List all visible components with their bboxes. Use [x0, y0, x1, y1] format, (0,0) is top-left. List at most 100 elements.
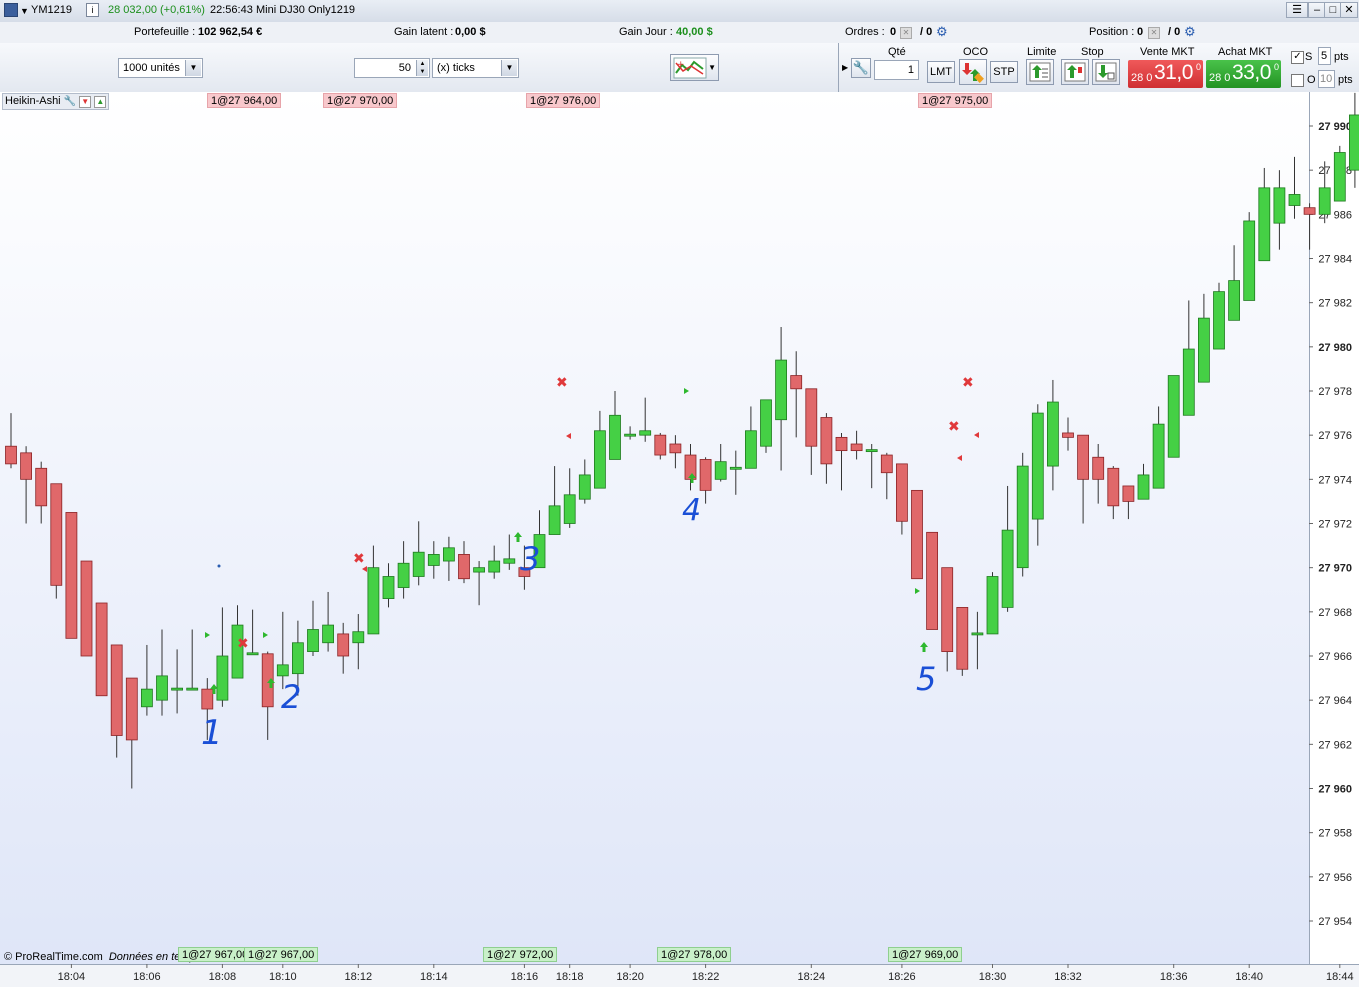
sell-order-flag[interactable]: 1@27 970,00 — [323, 93, 398, 108]
price-tick-label: 27 990 — [1318, 121, 1352, 133]
buy-order-flag[interactable]: 1@27 978,00 — [657, 947, 732, 962]
stop-buy-button[interactable] — [1061, 59, 1089, 85]
buy-mkt-label: Achat MKT — [1218, 46, 1273, 58]
oco-order-button[interactable] — [959, 59, 987, 85]
candle-body — [427, 554, 440, 566]
candle-body — [367, 567, 380, 635]
settings-wrench-button[interactable]: 🔧 — [851, 58, 871, 78]
time-tick-label: 18:24 — [798, 971, 826, 983]
latent-value: 0,00 $ — [455, 26, 486, 38]
time-tick-label: 18:36 — [1160, 971, 1188, 983]
time-tick-label: 18:14 — [420, 971, 448, 983]
o-points-input[interactable]: 10 — [1318, 70, 1335, 88]
stop-buy-icon — [1064, 62, 1086, 82]
candle-body — [729, 466, 742, 470]
buy-order-flag[interactable]: 1@27 967,00 — [178, 947, 253, 962]
limit-order-button[interactable] — [1026, 59, 1054, 85]
candle-body — [1318, 187, 1331, 215]
orders-cancel-icon[interactable]: ✕ — [900, 27, 912, 39]
chart-strategy-icon: + — [673, 57, 707, 79]
sell-order-flag[interactable]: 1@27 976,00 — [526, 93, 601, 108]
ticks-unit-select[interactable]: (x) ticks ▼ — [432, 58, 519, 78]
candle-body — [1001, 529, 1014, 608]
time-tick-label: 18:18 — [556, 971, 584, 983]
orders-gear-icon[interactable]: ⚙ — [936, 24, 948, 40]
sell-order-flag[interactable]: 1@27 964,00 — [207, 93, 282, 108]
chevron-down-icon[interactable]: ▼ — [708, 63, 716, 72]
candle-body — [80, 560, 93, 657]
candle — [760, 399, 772, 453]
units-select[interactable]: 1000 unités ▼ — [118, 58, 203, 78]
price-chart[interactable]: 27 99027 98827 98627 98427 98227 98027 9… — [0, 92, 1359, 987]
collapse-panel-icon[interactable]: ▶ — [842, 63, 848, 72]
price-tick-label: 27 960 — [1318, 784, 1352, 796]
symbol-label[interactable]: YM1219 — [31, 4, 72, 16]
time-tick-label: 18:16 — [511, 971, 539, 983]
ticks-stepper[interactable]: 50 ▲ ▼ — [354, 58, 430, 78]
stop-sell-button[interactable] — [1092, 59, 1120, 85]
buy-market-button[interactable]: 28 0 33,0 0 — [1206, 60, 1281, 88]
position-gear-icon[interactable]: ⚙ — [1184, 24, 1196, 40]
candle-body — [171, 687, 184, 691]
buy-order-flag[interactable]: 1@27 972,00 — [483, 947, 558, 962]
window-menu-button[interactable]: ☰ — [1286, 2, 1308, 18]
app-icon[interactable] — [4, 3, 18, 17]
position-cancel-icon[interactable]: ✕ — [1148, 27, 1160, 39]
candle-body — [1213, 291, 1225, 350]
candle-body — [1182, 348, 1195, 416]
price-tick-label: 27 964 — [1318, 695, 1352, 707]
candle-body — [35, 467, 48, 507]
time-tick-label: 18:12 — [345, 971, 373, 983]
info-icon[interactable]: i — [86, 3, 99, 17]
buy-order-flag[interactable]: 1@27 967,00 — [244, 947, 319, 962]
candle-body — [594, 430, 606, 489]
qty-input[interactable]: 1 — [874, 60, 919, 80]
buy-arrow-icon[interactable]: ▲ — [94, 96, 107, 108]
o-checkbox[interactable] — [1291, 74, 1304, 87]
chevron-down-icon[interactable]: ▼ — [20, 6, 29, 16]
candle-body — [412, 551, 425, 577]
o-pts-label: pts — [1338, 74, 1353, 86]
lmt-button[interactable]: LMT — [927, 61, 955, 83]
sell-market-button[interactable]: 28 0 31,0 0 — [1128, 60, 1203, 88]
sell-order-flag[interactable]: 1@27 975,00 — [918, 93, 993, 108]
sell-price-main: 31,0 — [1154, 61, 1193, 84]
candle — [986, 572, 999, 635]
wrench-icon: 🔧 — [852, 60, 870, 75]
strategy-button[interactable]: + ▼ — [670, 54, 719, 81]
buy-price-sup: 0 — [1273, 62, 1279, 72]
candle-body — [140, 688, 153, 708]
ticks-stepper-value: 50 — [398, 62, 411, 74]
annotation-1: 1 — [201, 713, 223, 753]
time-axis — [0, 964, 1359, 987]
exit-cross-marker: ✖ — [556, 375, 568, 391]
candle-body — [307, 629, 319, 652]
price-tick-label: 27 970 — [1318, 563, 1352, 575]
chevron-down-icon[interactable]: ▼ — [501, 60, 517, 76]
candle-body — [156, 675, 168, 701]
position-value-2: / 0 — [1168, 26, 1181, 38]
buy-order-flag[interactable]: 1@27 969,00 — [888, 947, 963, 962]
stepper-arrows-icon[interactable]: ▲ ▼ — [416, 60, 428, 76]
candle-body — [548, 505, 561, 535]
candle-body — [1333, 152, 1346, 202]
candle-body — [654, 434, 667, 456]
candle-body — [65, 512, 78, 639]
chevron-down-icon[interactable]: ▼ — [185, 60, 201, 76]
close-button[interactable]: ✕ — [1340, 2, 1358, 18]
candle-body — [760, 399, 772, 447]
candle — [1333, 145, 1346, 202]
s-points-input[interactable]: 5 — [1318, 47, 1331, 65]
price-tick-label: 27 982 — [1318, 298, 1352, 310]
candle-body — [337, 633, 350, 657]
time-tick-label: 18:08 — [209, 971, 237, 983]
sell-arrow-icon[interactable]: ▼ — [79, 96, 92, 108]
candle — [95, 602, 108, 697]
stp-button[interactable]: STP — [990, 61, 1018, 83]
orders-value-2: / 0 — [920, 26, 933, 38]
price-tick-label: 27 980 — [1318, 342, 1352, 354]
candle-body — [458, 554, 470, 580]
wrench-icon[interactable]: 🔧 — [64, 96, 76, 107]
s-checkbox[interactable]: ✓ — [1291, 51, 1304, 64]
indicator-label[interactable]: Heikin-Ashi 🔧 ▼ ▲ — [2, 93, 110, 110]
